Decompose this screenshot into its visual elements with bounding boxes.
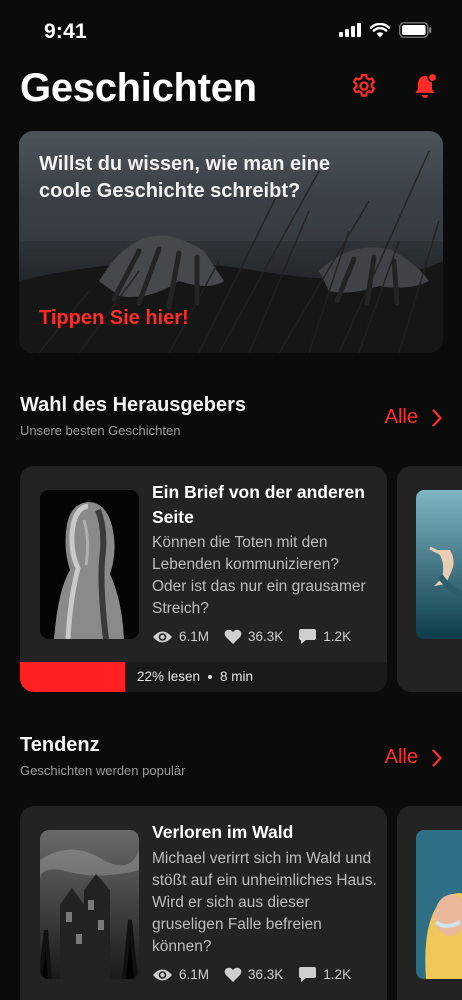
story-card[interactable]: Ein Brief von der anderen Seite Können d… xyxy=(20,466,387,692)
reading-duration: 8 min xyxy=(220,669,254,684)
status-icons xyxy=(339,22,432,38)
progress-label: 22% lesen xyxy=(137,669,201,684)
reading-progress-fill xyxy=(20,662,126,692)
status-bar: 9:41 xyxy=(0,0,462,60)
comments-count: 1.2K xyxy=(323,629,352,644)
see-all-label: Alle xyxy=(384,406,418,428)
story-description: Können die Toten mit den Lebenden kommun… xyxy=(152,534,366,617)
story-cover-image xyxy=(40,830,139,979)
section-title: Tendenz xyxy=(20,734,100,756)
section-editors-choice: Wahl des Herausgebers Unsere besten Gesc… xyxy=(20,394,442,444)
section-subtitle: Geschichten werden populär xyxy=(20,763,186,778)
story-card-next[interactable] xyxy=(397,806,462,1000)
see-all-button[interactable]: Alle xyxy=(385,406,442,429)
notification-bell-icon xyxy=(415,72,438,98)
section-trending: Tendenz Geschichten werden populär Alle xyxy=(20,734,442,784)
chevron-right-icon xyxy=(432,748,442,767)
comments-stat: 1.2K xyxy=(298,628,351,645)
story-cover-image xyxy=(40,490,139,639)
story-stats: 6.1M 36.3K 1.2K xyxy=(152,628,358,645)
story-card-next[interactable] xyxy=(397,466,462,692)
chevron-right-icon xyxy=(432,408,442,427)
views-count: 6.1M xyxy=(179,629,210,644)
settings-button[interactable] xyxy=(348,70,380,102)
story-stats: 6.1M 36.3K 1.2K xyxy=(152,966,358,983)
write-story-banner[interactable]: Willst du wissen, wie man eine coole Ges… xyxy=(19,131,443,353)
story-card[interactable]: Verloren im Wald Michael verirrt sich im… xyxy=(20,806,387,1000)
likes-count: 36.3K xyxy=(248,967,284,982)
views-count: 6.1M xyxy=(179,967,210,982)
comments-count: 1.2K xyxy=(323,967,352,982)
settings-gear-icon xyxy=(352,73,376,97)
views-stat: 6.1M xyxy=(152,629,209,644)
banner-cta[interactable]: Tippen Sie hier! xyxy=(39,307,189,330)
section-subtitle: Unsere besten Geschichten xyxy=(20,423,181,438)
story-title: Verloren im Wald xyxy=(152,822,294,842)
eye-icon xyxy=(153,631,172,642)
status-time: 9:41 xyxy=(44,20,87,43)
views-stat: 6.1M xyxy=(152,967,209,982)
banner-headline: Willst du wissen, wie man eine coole Ges… xyxy=(39,153,331,202)
likes-count: 36.3K xyxy=(248,629,284,644)
heart-icon xyxy=(224,967,242,982)
reading-progress: 22% lesen 8 min xyxy=(20,662,387,692)
comment-icon xyxy=(299,629,317,644)
separator-dot xyxy=(208,674,213,679)
likes-stat: 36.3K xyxy=(224,629,283,645)
comment-icon xyxy=(299,967,317,982)
section-title: Wahl des Herausgebers xyxy=(20,394,247,416)
see-all-button[interactable]: Alle xyxy=(385,746,442,769)
story-cover-image-next xyxy=(416,490,462,639)
story-title: Ein Brief von der anderen Seite xyxy=(152,482,365,527)
wifi-icon xyxy=(370,22,390,37)
heart-icon xyxy=(224,629,242,644)
page-header: Geschichten xyxy=(20,62,442,114)
reading-progress-text: 22% lesen 8 min xyxy=(137,669,253,684)
story-cover-image-next xyxy=(416,830,462,979)
header-actions xyxy=(348,70,442,102)
likes-stat: 36.3K xyxy=(224,967,283,983)
notifications-button[interactable] xyxy=(410,70,442,102)
eye-icon xyxy=(153,969,172,980)
signal-icon xyxy=(339,23,361,37)
battery-icon xyxy=(399,22,432,38)
see-all-label: Alle xyxy=(384,746,418,768)
comments-stat: 1.2K xyxy=(298,966,351,983)
story-description: Michael verirrt sich im Wald und stößt a… xyxy=(152,850,377,955)
